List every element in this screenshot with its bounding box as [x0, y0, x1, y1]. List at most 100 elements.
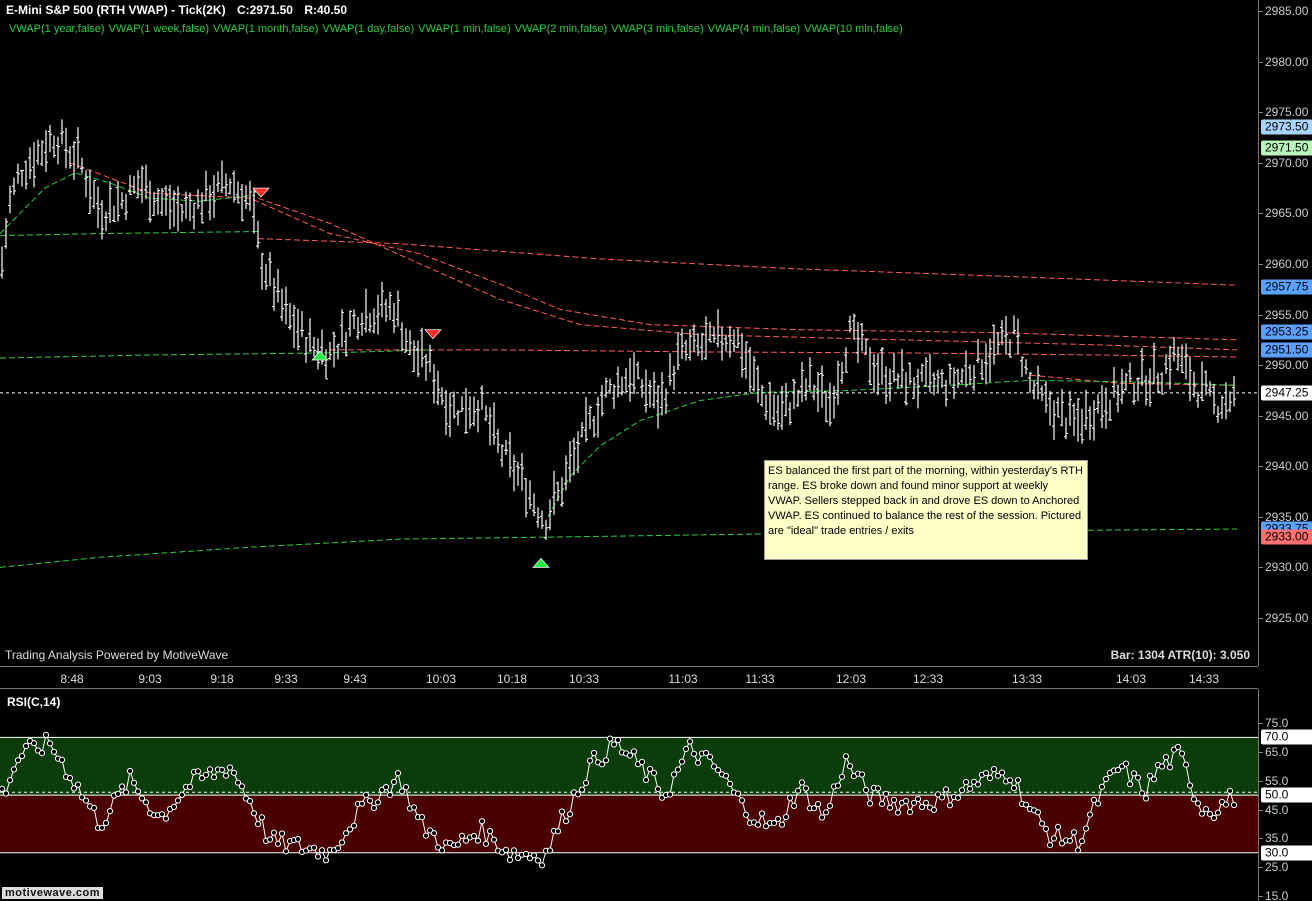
rsi-point	[1126, 781, 1134, 788]
rsi-point	[1014, 777, 1022, 784]
price-tick-label: 2985.00	[1258, 4, 1309, 18]
time-tick-label: 11:03	[668, 672, 698, 686]
price-tick-label: 2925.00	[1258, 611, 1309, 625]
rsi-point	[914, 795, 922, 803]
rsi-point	[202, 771, 210, 779]
rsi-point	[6, 777, 14, 784]
rsi-point	[310, 844, 318, 851]
rsi-point	[1050, 835, 1058, 842]
rsi-point	[206, 766, 214, 773]
rsi-point	[990, 766, 998, 773]
rsi-point	[822, 809, 830, 816]
rsi-point	[254, 821, 262, 828]
rsi-point	[574, 791, 582, 798]
price-tick-label: 2930.00	[1258, 560, 1309, 575]
time-axis[interactable]: 8:48 9:03 9:18 9:33 9:43 10:03 10:18 10:33 11:03…	[0, 666, 1258, 689]
rsi-point	[862, 786, 870, 794]
rsi-tag: 50.0	[1261, 787, 1312, 803]
rsi-point	[1210, 814, 1218, 822]
rsi-point	[486, 828, 494, 835]
rsi-point	[846, 763, 854, 770]
rsi-point	[430, 830, 438, 837]
rsi-title: RSI(C,14)	[7, 695, 61, 709]
vwap-line-red	[257, 238, 1238, 286]
rsi-point	[258, 814, 266, 821]
rsi-point	[894, 809, 902, 816]
rsi-point	[394, 770, 402, 777]
rsi-point	[842, 753, 850, 760]
rsi-point	[982, 770, 990, 777]
rsi-point	[1134, 774, 1142, 781]
rsi-point	[582, 779, 590, 787]
rsi-point	[882, 790, 890, 797]
rsi-point	[50, 748, 58, 755]
rsi-point	[66, 774, 74, 782]
time-tick-label: 9:43	[343, 672, 367, 686]
rsi-point	[438, 847, 446, 854]
rsi-point	[918, 803, 926, 811]
time-tick-label: 9:18	[210, 672, 234, 686]
rsi-point	[554, 828, 562, 835]
rsi-point	[1158, 763, 1166, 770]
price-tick-label: 2980.00	[1258, 54, 1309, 69]
price-chart-canvas[interactable]	[0, 0, 1258, 666]
rsi-point	[482, 840, 490, 847]
rsi-point	[358, 800, 366, 807]
rsi-tick-label: 55.0	[1258, 773, 1289, 788]
rsi-point	[966, 785, 974, 792]
sell-signal-marker[interactable]	[252, 187, 270, 198]
rsi-point	[322, 857, 330, 864]
rsi-point	[1182, 761, 1190, 768]
vwap-legend-item: VWAP(2 min,false)	[514, 23, 608, 35]
rsi-point	[1094, 800, 1102, 807]
rsi-point	[630, 748, 638, 755]
rsi-point	[1190, 796, 1198, 803]
rsi-point	[1122, 760, 1130, 767]
rsi-point	[1162, 754, 1170, 761]
rsi-point	[506, 856, 514, 863]
rsi-point	[338, 839, 346, 846]
rsi-point	[46, 740, 54, 747]
rsi-point	[106, 808, 114, 815]
price-tick-label: 2945.00	[1258, 408, 1309, 423]
rsi-point	[986, 774, 994, 782]
rsi-point	[578, 786, 586, 793]
rsi-point	[694, 759, 702, 766]
rsi-axis[interactable]: 75.0 65.0 55.0 45.0 35.0 25.0 15.0 70.0 50.0 30.0	[1258, 689, 1312, 901]
rsi-chart-canvas[interactable]	[0, 689, 1258, 901]
rsi-point	[278, 830, 286, 837]
time-tick-label: 14:03	[1115, 672, 1147, 686]
price-tick-label: 2955.00	[1258, 307, 1309, 322]
close-readout: C:2971.50	[236, 3, 293, 17]
chart-title-bar: E-Mini S&P 500 (RTH VWAP) - Tick(2K) C:2…	[6, 3, 355, 17]
rsi-point	[562, 818, 570, 825]
rsi-pane[interactable]: RSI(C,14) motivewave.com	[0, 689, 1258, 901]
rsi-point	[454, 841, 462, 848]
rsi-point	[374, 799, 382, 806]
annotation-note[interactable]: ES balanced the first part of the mornin…	[764, 460, 1088, 560]
motivewave-logo[interactable]: motivewave.com	[2, 887, 104, 899]
rsi-point	[142, 799, 150, 806]
rsi-point	[714, 767, 722, 774]
rsi-point	[474, 837, 482, 844]
range-readout: R:40.50	[304, 3, 348, 17]
vwap-legend-item: VWAP(10 min,false)	[804, 23, 903, 35]
rsi-point	[706, 753, 714, 761]
rsi-point	[98, 824, 106, 831]
vwap-legend-item: VWAP(1 day,false)	[322, 23, 415, 35]
rsi-point	[874, 785, 882, 792]
rsi-point	[666, 791, 674, 798]
rsi-point	[1010, 785, 1018, 792]
rsi-point	[370, 804, 378, 812]
price-axis[interactable]: 2985.00 2980.00 2975.00 2970.00 2965.00 2960.…	[1258, 0, 1312, 666]
buy-signal-marker[interactable]	[532, 557, 550, 568]
rsi-point	[798, 779, 806, 786]
rsi-point	[158, 811, 166, 818]
rsi-point	[1166, 764, 1174, 771]
rsi-point	[1098, 783, 1106, 790]
price-tick-label: 2965.00	[1258, 206, 1309, 221]
price-chart-pane[interactable]: E-Mini S&P 500 (RTH VWAP) - Tick(2K) C:2…	[0, 0, 1258, 666]
rsi-point	[1226, 787, 1234, 794]
rsi-point	[170, 803, 178, 811]
sell-signal-marker[interactable]	[424, 329, 442, 340]
